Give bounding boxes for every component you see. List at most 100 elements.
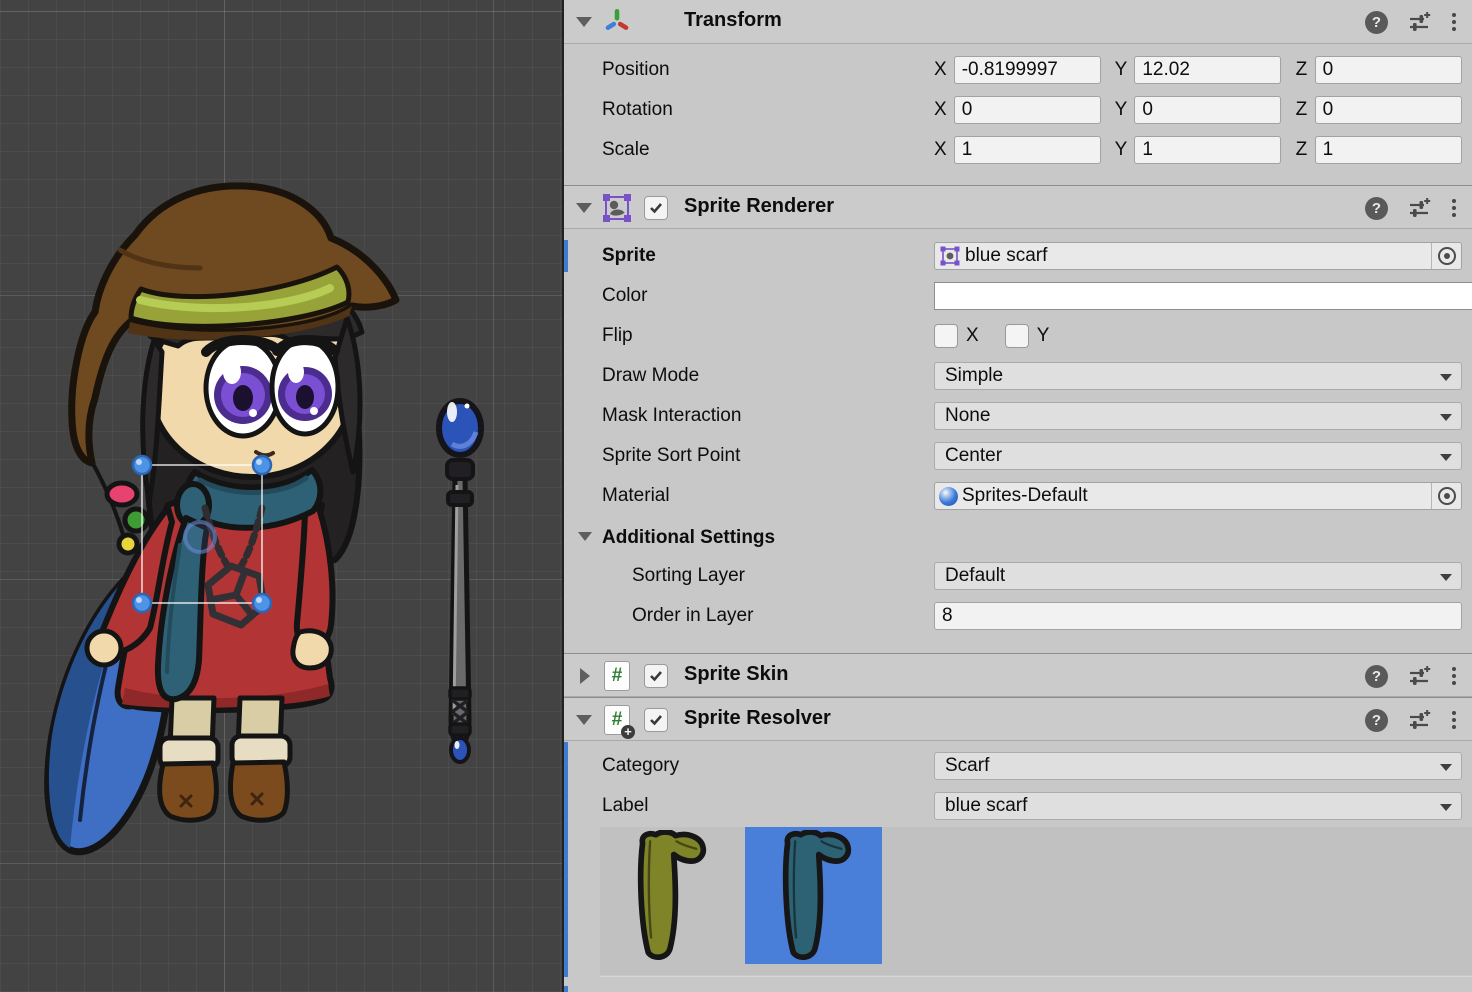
selection-handle[interactable] bbox=[253, 594, 271, 612]
label-row: Label blue scarf bbox=[564, 792, 1472, 820]
dropdown-value: None bbox=[945, 405, 990, 427]
axis-label-z: Z bbox=[1295, 59, 1307, 81]
dropdown-value: Simple bbox=[945, 365, 1003, 387]
sprite-resolver-header[interactable]: #+ Sprite Resolver ? bbox=[564, 697, 1472, 741]
presets-icon[interactable] bbox=[1407, 196, 1431, 220]
order-in-layer-field[interactable] bbox=[934, 602, 1462, 630]
field-label: Position bbox=[602, 59, 670, 81]
scale-z-field[interactable] bbox=[1315, 136, 1462, 164]
foldout-open-icon[interactable] bbox=[576, 17, 592, 27]
flip-y-label: Y bbox=[1037, 325, 1050, 347]
sprite-sort-point-dropdown[interactable]: Center bbox=[934, 442, 1462, 470]
foldout-open-icon[interactable] bbox=[576, 203, 592, 213]
sorting-layer-dropdown[interactable]: Default bbox=[934, 562, 1462, 590]
field-label: Mask Interaction bbox=[602, 405, 741, 427]
field-label: Sprite Sort Point bbox=[602, 445, 740, 467]
object-picker-icon bbox=[1438, 487, 1456, 505]
draw-mode-dropdown[interactable]: Simple bbox=[934, 362, 1462, 390]
selection-handle[interactable] bbox=[133, 456, 151, 474]
presets-icon[interactable] bbox=[1407, 10, 1431, 34]
sprite-resolver-icon: #+ bbox=[604, 705, 634, 735]
mask-interaction-dropdown[interactable]: None bbox=[934, 402, 1462, 430]
object-picker-button[interactable] bbox=[1431, 483, 1461, 509]
menu-icon[interactable] bbox=[1450, 709, 1458, 731]
axis-label-x: X bbox=[934, 99, 947, 121]
dropdown-value: Center bbox=[945, 445, 1002, 467]
sprite-object-field[interactable]: blue scarf bbox=[934, 242, 1462, 270]
sprite-renderer-header[interactable]: Sprite Renderer ? bbox=[564, 185, 1472, 229]
axis-label-y: Y bbox=[1115, 139, 1128, 161]
additional-settings-foldout[interactable]: Additional Settings bbox=[564, 524, 1472, 552]
help-icon[interactable]: ? bbox=[1365, 11, 1388, 34]
rotation-z-field[interactable] bbox=[1315, 96, 1462, 124]
color-row: Color bbox=[564, 282, 1472, 310]
pivot-indicator[interactable] bbox=[185, 522, 215, 552]
help-icon[interactable]: ? bbox=[1365, 665, 1388, 688]
material-object-field[interactable]: Sprites-Default bbox=[934, 482, 1462, 510]
selection-handle[interactable] bbox=[253, 456, 271, 474]
staff-sprite[interactable] bbox=[439, 401, 481, 762]
variant-thumbnail-green-scarf[interactable] bbox=[600, 827, 737, 964]
menu-icon[interactable] bbox=[1450, 665, 1458, 687]
position-x-field[interactable] bbox=[954, 56, 1101, 84]
component-title: Sprite Resolver bbox=[684, 707, 831, 730]
position-row: Position X Y Z bbox=[564, 56, 1472, 84]
component-title: Sprite Skin bbox=[684, 663, 788, 686]
dropdown-value: blue scarf bbox=[945, 795, 1027, 817]
material-row: Material Sprites-Default bbox=[564, 482, 1472, 510]
field-label: Material bbox=[602, 485, 670, 507]
component-enabled-checkbox[interactable] bbox=[644, 708, 668, 732]
category-dropdown[interactable]: Scarf bbox=[934, 752, 1462, 780]
menu-icon[interactable] bbox=[1450, 11, 1458, 33]
category-row: Category Scarf bbox=[564, 752, 1472, 780]
sprite-asset-icon bbox=[939, 245, 961, 267]
field-label: Label bbox=[602, 795, 649, 817]
sprite-sort-point-row: Sprite Sort Point Center bbox=[564, 442, 1472, 470]
position-y-field[interactable] bbox=[1134, 56, 1281, 84]
selection-handle[interactable] bbox=[133, 594, 151, 612]
presets-icon[interactable] bbox=[1407, 708, 1431, 732]
rotation-y-field[interactable] bbox=[1134, 96, 1281, 124]
sprite-skin-icon: # bbox=[604, 661, 634, 691]
character-sprite[interactable] bbox=[48, 186, 396, 852]
component-enabled-checkbox[interactable] bbox=[644, 196, 668, 220]
rotation-x-field[interactable] bbox=[954, 96, 1101, 124]
flip-x-label: X bbox=[966, 325, 979, 347]
scale-row: Scale X Y Z bbox=[564, 136, 1472, 164]
field-label: Scale bbox=[602, 139, 650, 161]
chevron-down-icon bbox=[1440, 764, 1452, 771]
chevron-down-icon bbox=[1440, 804, 1452, 811]
transform-header[interactable]: Transform ? bbox=[564, 0, 1472, 44]
sprite-skin-header[interactable]: # Sprite Skin ? bbox=[564, 653, 1472, 697]
color-swatch[interactable] bbox=[934, 282, 1472, 310]
foldout-open-icon[interactable] bbox=[576, 715, 592, 725]
variant-thumbnail-blue-scarf[interactable] bbox=[745, 827, 882, 964]
flip-y-checkbox[interactable] bbox=[1005, 324, 1029, 348]
legs-and-boots[interactable] bbox=[160, 698, 290, 820]
object-picker-button[interactable] bbox=[1431, 243, 1461, 269]
label-dropdown[interactable]: blue scarf bbox=[934, 792, 1462, 820]
menu-icon[interactable] bbox=[1450, 197, 1458, 219]
flip-row: Flip X Y bbox=[564, 322, 1472, 350]
chevron-down-icon bbox=[1440, 374, 1452, 381]
component-title: Sprite Renderer bbox=[684, 195, 834, 218]
order-in-layer-row: Order in Layer bbox=[564, 602, 1472, 630]
override-indicator bbox=[564, 986, 568, 992]
field-label: Rotation bbox=[602, 99, 673, 121]
help-icon[interactable]: ? bbox=[1365, 197, 1388, 220]
axis-label-z: Z bbox=[1295, 99, 1307, 121]
transform-icon bbox=[602, 7, 632, 37]
draw-mode-row: Draw Mode Simple bbox=[564, 362, 1472, 390]
scale-x-field[interactable] bbox=[954, 136, 1101, 164]
flip-x-checkbox[interactable] bbox=[934, 324, 958, 348]
scene-view[interactable] bbox=[0, 0, 562, 992]
scale-y-field[interactable] bbox=[1134, 136, 1281, 164]
position-z-field[interactable] bbox=[1315, 56, 1462, 84]
help-icon[interactable]: ? bbox=[1365, 709, 1388, 732]
axis-label-y: Y bbox=[1115, 99, 1128, 121]
foldout-closed-icon[interactable] bbox=[580, 668, 590, 684]
presets-icon[interactable] bbox=[1407, 664, 1431, 688]
component-title: Transform bbox=[684, 9, 782, 32]
chevron-down-icon bbox=[1440, 574, 1452, 581]
component-enabled-checkbox[interactable] bbox=[644, 664, 668, 688]
